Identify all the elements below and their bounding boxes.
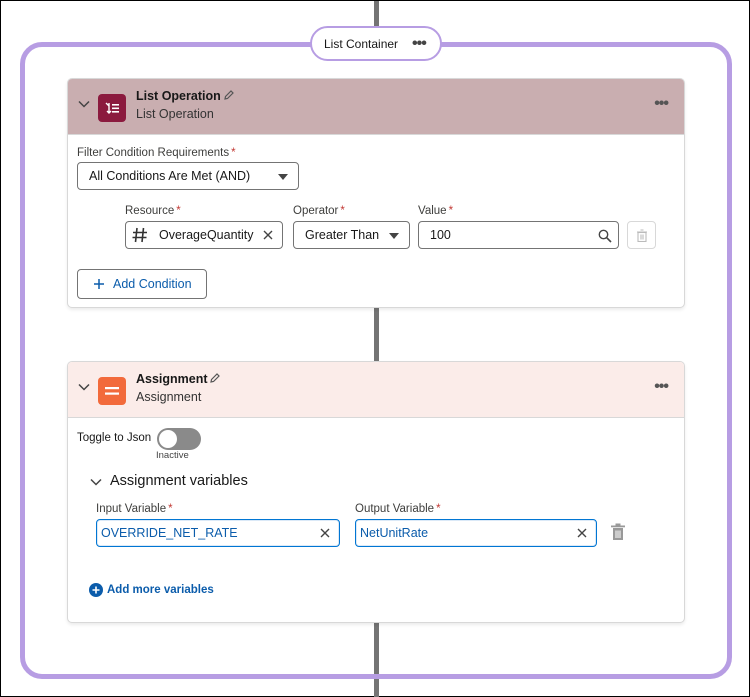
assignment-card: Assignment Assignment ••• Toggle to Json… [67,361,685,623]
list-container-label: List Container [324,36,399,51]
add-more-variables-label: Add more variables [107,584,214,596]
add-circle-icon [89,583,103,597]
value-label: Value * [418,205,454,217]
resource-input[interactable]: OverageQuantity [125,221,283,249]
output-variable-label: Output Variable * [355,503,441,515]
delete-condition-button[interactable] [627,221,656,249]
chevron-down-icon[interactable] [89,475,103,489]
add-more-variables-link[interactable]: Add more variables [89,583,214,597]
input-variable-label: Input Variable * [96,503,173,515]
assignment-variables-heading[interactable]: Assignment variables [110,473,248,489]
list-operation-title: List Operation [136,89,221,103]
resource-label: Resource * [125,205,181,217]
filter-condition-value: All Conditions Are Met (AND) [89,169,251,183]
operator-label: Operator * [293,205,345,217]
chevron-down-icon[interactable] [77,380,91,394]
clear-resource-icon[interactable] [262,229,274,241]
input-variable-value[interactable]: OVERRIDE_NET_RATE [101,526,238,540]
operator-value: Greater Than [305,228,380,242]
number-hash-icon [132,227,147,243]
edit-pencil-icon[interactable] [223,89,235,101]
list-operation-icon [98,94,126,122]
dropdown-caret-icon [278,174,288,180]
list-container-badge[interactable]: List Container ••• [310,26,442,61]
add-condition-button[interactable]: Add Condition [77,269,207,299]
output-variable-value[interactable]: NetUnitRate [360,526,428,540]
resource-value: OverageQuantity [159,228,254,242]
assignment-icon [98,377,126,405]
operator-select[interactable]: Greater Than [293,221,410,249]
trash-icon[interactable] [610,523,626,541]
search-icon[interactable] [598,229,612,243]
list-operation-more-icon[interactable]: ••• [654,96,669,112]
canvas: List Container ••• List Operation List O… [0,0,750,697]
filter-condition-label: Filter Condition Requirements * [77,147,236,159]
trash-icon [636,228,647,242]
value-value: 100 [430,228,451,242]
toggle-json-switch[interactable] [157,428,201,450]
list-container-more-icon[interactable]: ••• [412,35,427,51]
list-operation-header: List Operation List Operation ••• [68,79,684,135]
input-variable-field[interactable]: OVERRIDE_NET_RATE [96,519,340,547]
filter-condition-select[interactable]: All Conditions Are Met (AND) [77,162,299,190]
toggle-knob [159,430,177,448]
dropdown-caret-icon [389,233,399,239]
clear-input-variable-icon[interactable] [319,527,331,539]
chevron-down-icon[interactable] [77,97,91,111]
value-input[interactable]: 100 [418,221,619,249]
add-condition-label: Add Condition [113,277,192,291]
plus-icon [94,279,104,289]
toggle-state-label: Inactive [156,450,189,461]
output-variable-field[interactable]: NetUnitRate [355,519,597,547]
edit-pencil-icon[interactable] [209,372,221,384]
connector-line-top [374,1,379,28]
assignment-more-icon[interactable]: ••• [654,379,669,395]
assignment-subtitle: Assignment [136,390,202,404]
assignment-title: Assignment [136,372,208,386]
toggle-json-label: Toggle to Json [77,432,152,444]
list-operation-card: List Operation List Operation ••• Filter… [67,78,685,308]
clear-output-variable-icon[interactable] [576,527,588,539]
assignment-header: Assignment Assignment ••• [68,362,684,418]
list-operation-subtitle: List Operation [136,107,214,121]
